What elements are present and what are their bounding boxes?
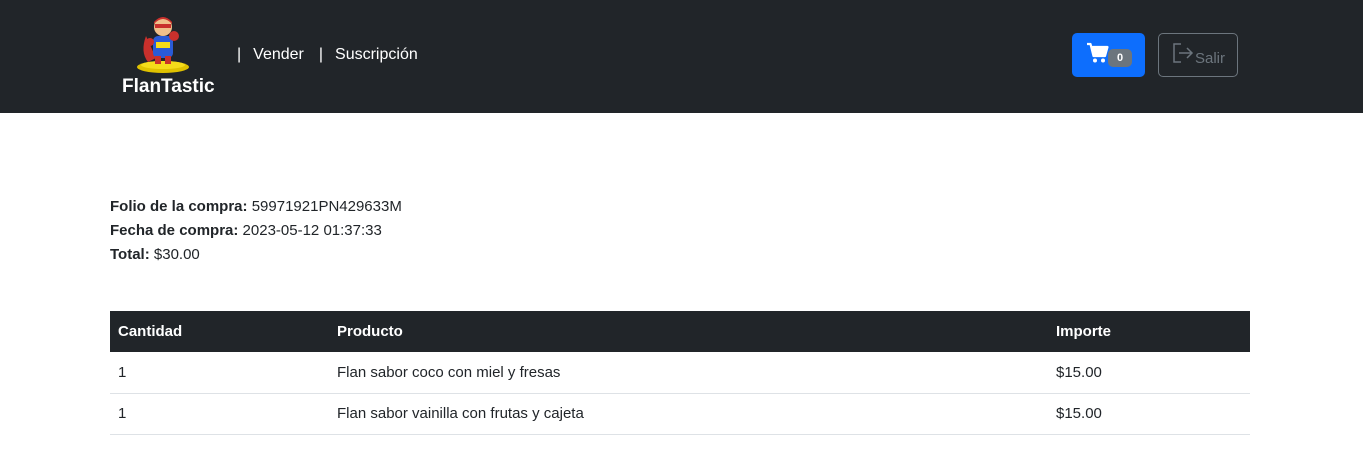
- nav-link-suscripcion[interactable]: Suscripción: [335, 46, 418, 64]
- cell-amount: $15.00: [1048, 393, 1250, 435]
- folio-label: Folio de la compra:: [110, 198, 248, 215]
- nav-separator: |: [318, 46, 324, 63]
- logout-button[interactable]: Salir: [1158, 33, 1238, 77]
- cell-quantity: 1: [110, 393, 329, 435]
- logout-icon: [1173, 43, 1194, 63]
- nav-links: | Vender | Suscripción: [237, 46, 433, 64]
- navbar: FlanTastic | Vender | Suscripción 0 Sali…: [0, 0, 1363, 113]
- date-value: 2023-05-12 01:37:33: [242, 222, 382, 239]
- header-producto: Producto: [337, 323, 403, 340]
- cell-product: Flan sabor vainilla con frutas y cajeta: [329, 393, 1048, 435]
- header-cantidad: Cantidad: [118, 323, 183, 340]
- total-label: Total:: [110, 246, 150, 263]
- cell-amount: $15.00: [1048, 352, 1250, 394]
- nav-link-vender[interactable]: Vender: [253, 46, 304, 64]
- nav-separator: |: [237, 46, 242, 63]
- folio-row: Folio de la compra: 59971921PN429633M: [110, 195, 402, 219]
- table-row: 1 Flan sabor vainilla con frutas y cajet…: [110, 393, 1250, 435]
- folio-value: 59971921PN429633M: [251, 198, 402, 215]
- total-row: Total: $30.00: [110, 243, 402, 267]
- purchase-info: Folio de la compra: 59971921PN429633M Fe…: [110, 195, 402, 267]
- date-label: Fecha de compra:: [110, 222, 239, 239]
- date-row: Fecha de compra: 2023-05-12 01:37:33: [110, 219, 402, 243]
- table-row: 1 Flan sabor coco con miel y fresas $15.…: [110, 352, 1250, 394]
- brand-link[interactable]: FlanTastic: [110, 10, 225, 102]
- cart-button[interactable]: 0: [1072, 33, 1145, 77]
- purchase-items-table: Cantidad Producto Importe 1 Flan sabor c…: [110, 311, 1250, 435]
- total-value: $30.00: [153, 246, 200, 263]
- cart-icon: [1087, 42, 1109, 63]
- logout-label: Salir: [1195, 50, 1226, 67]
- cell-product: Flan sabor coco con miel y fresas: [329, 352, 1048, 394]
- header-importe: Importe: [1056, 323, 1112, 340]
- brand-name: FlanTastic: [122, 76, 215, 97]
- superhero-logo-icon: [137, 17, 189, 73]
- cell-quantity: 1: [110, 352, 329, 394]
- cart-count-badge: 0: [1108, 49, 1132, 67]
- table-header-row: Cantidad Producto Importe: [110, 311, 1250, 352]
